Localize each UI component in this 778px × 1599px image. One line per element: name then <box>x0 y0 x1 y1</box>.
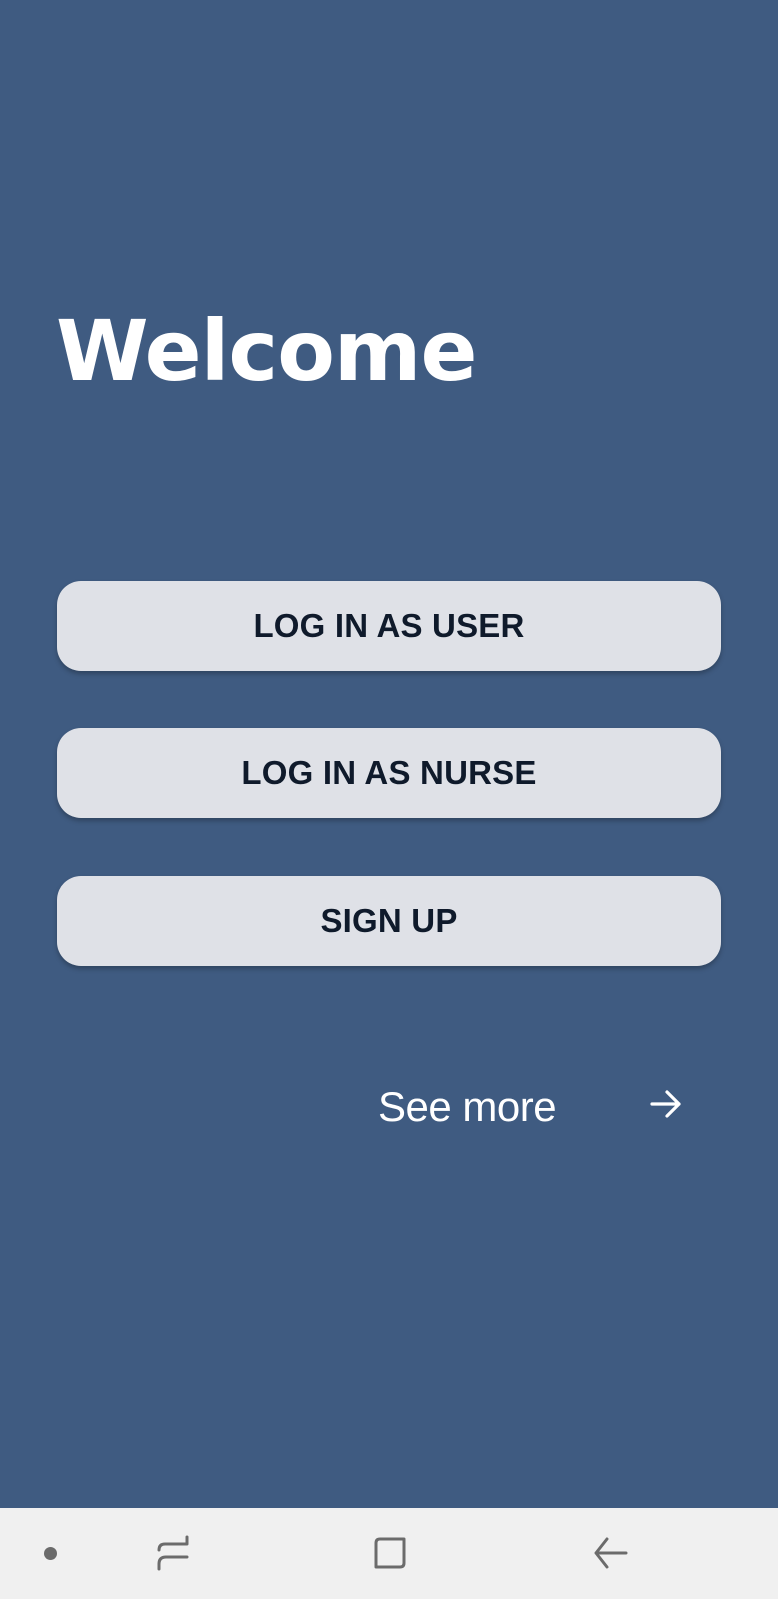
nav-dot-icon[interactable] <box>44 1547 57 1560</box>
sign-up-button[interactable]: SIGN UP <box>57 876 721 966</box>
home-icon[interactable] <box>370 1533 410 1573</box>
system-navigation-bar <box>0 1508 778 1599</box>
page-title: Welcome <box>56 302 477 400</box>
login-as-user-button[interactable]: LOG IN AS USER <box>57 581 721 671</box>
welcome-screen: Welcome LOG IN AS USER LOG IN AS NURSE S… <box>0 0 778 1508</box>
arrow-right-icon[interactable] <box>648 1086 684 1122</box>
recent-apps-icon[interactable] <box>153 1533 193 1573</box>
see-more-link[interactable]: See more <box>378 1083 557 1131</box>
back-icon[interactable] <box>590 1533 630 1573</box>
login-as-nurse-button[interactable]: LOG IN AS NURSE <box>57 728 721 818</box>
